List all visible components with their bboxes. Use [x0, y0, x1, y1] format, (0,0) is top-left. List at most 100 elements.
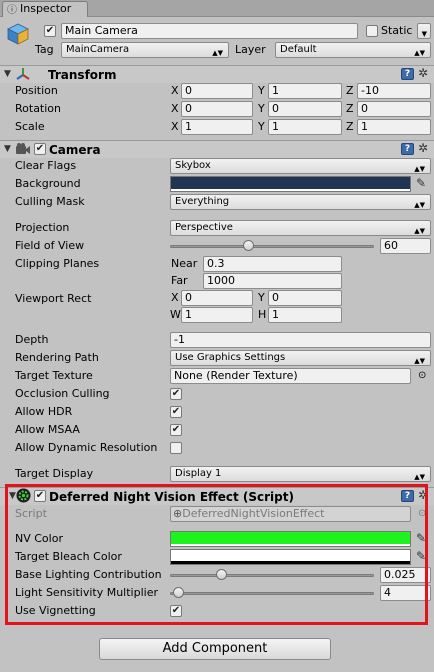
target-display-value: Display 1 — [175, 468, 222, 479]
clear-flags-dropdown[interactable]: Skybox ▲▼ — [170, 158, 431, 174]
background-color-swatch[interactable] — [170, 176, 411, 192]
layer-value: Default — [280, 44, 317, 55]
target-texture-field[interactable]: None (Render Texture) — [170, 368, 411, 384]
tag-dropdown[interactable]: MainCamera ▲▼ — [61, 42, 229, 58]
background-label: Background — [15, 177, 81, 190]
axis-y-label: Y — [258, 84, 265, 97]
dropdown-arrow-icon: ▲▼ — [414, 165, 425, 173]
rotation-label: Rotation — [15, 102, 62, 115]
foldout-arrow-icon[interactable]: ▼ — [4, 67, 11, 81]
dropdown-arrow-icon: ▲▼ — [414, 201, 425, 209]
scale-x-field[interactable]: 1 — [181, 119, 253, 135]
object-picker-icon[interactable]: ⊙ — [418, 370, 426, 382]
allow-msaa-checkbox[interactable]: ✔ — [170, 424, 182, 436]
gameobject-icon — [6, 22, 30, 46]
dropdown-arrow-icon: ▼ — [421, 30, 427, 38]
target-display-dropdown[interactable]: Display 1 ▲▼ — [170, 466, 431, 482]
gear-icon[interactable]: ✲ — [418, 67, 428, 79]
rotation-z-field[interactable]: 0 — [357, 101, 431, 117]
dropdown-arrow-icon: ▲▼ — [414, 357, 425, 365]
scale-y-field[interactable]: 1 — [268, 119, 342, 135]
dropdown-arrow-icon: ▲▼ — [414, 227, 425, 235]
background-color-fill — [171, 177, 410, 189]
clipping-planes-label: Clipping Planes — [15, 257, 100, 270]
fov-slider-thumb[interactable] — [242, 240, 254, 251]
depth-label: Depth — [15, 333, 49, 346]
viewport-rect-label: Viewport Rect — [15, 292, 92, 305]
allow-hdr-checkbox[interactable]: ✔ — [170, 406, 182, 418]
axis-z-label: Z — [346, 102, 354, 115]
position-label: Position — [15, 84, 58, 97]
axis-z-label: Z — [346, 84, 354, 97]
name-field[interactable]: Main Camera — [61, 23, 358, 39]
scale-z-field[interactable]: 1 — [357, 119, 431, 135]
viewport-x-field[interactable]: 0 — [181, 290, 253, 306]
axis-x-label: X — [171, 102, 179, 115]
near-label: Near — [171, 257, 198, 270]
tab-inspector-label: Inspector — [20, 2, 72, 15]
allow-dynamic-resolution-checkbox[interactable] — [170, 442, 182, 454]
transform-icon — [15, 66, 31, 82]
fov-label: Field of View — [15, 239, 85, 252]
target-texture-label: Target Texture — [15, 369, 93, 382]
help-icon[interactable]: ? — [401, 68, 414, 80]
camera-enabled-checkbox[interactable]: ✔ — [34, 143, 46, 155]
projection-dropdown[interactable]: Perspective ▲▼ — [170, 220, 431, 236]
occlusion-culling-checkbox[interactable]: ✔ — [170, 388, 182, 400]
gear-icon[interactable]: ✲ — [418, 142, 428, 154]
rendering-path-label: Rendering Path — [15, 351, 99, 364]
axis-x-label: X — [171, 84, 179, 97]
camera-icon — [15, 142, 31, 156]
help-icon[interactable]: ? — [401, 143, 414, 155]
axis-y-label: Y — [258, 291, 265, 304]
camera-title: Camera — [49, 143, 101, 157]
culling-mask-label: Culling Mask — [15, 195, 85, 208]
position-x-field[interactable]: 0 — [181, 83, 253, 99]
near-field[interactable]: 0.3 — [203, 256, 342, 272]
add-component-button[interactable]: Add Component — [99, 638, 331, 660]
axis-z-label: Z — [346, 120, 354, 133]
static-checkbox[interactable] — [366, 25, 378, 37]
highlight-box — [5, 484, 428, 625]
dropdown-arrow-icon: ▲▼ — [414, 473, 425, 481]
axis-y-label: Y — [258, 102, 265, 115]
active-checkbox[interactable]: ✔ — [44, 25, 56, 37]
static-dropdown[interactable]: ▼ — [417, 23, 431, 39]
depth-field[interactable]: -1 — [170, 332, 431, 348]
allow-dynamic-resolution-label: Allow Dynamic Resolution — [15, 441, 158, 454]
static-label: Static — [381, 24, 413, 37]
info-icon: ⓘ — [7, 5, 17, 16]
target-display-label: Target Display — [15, 467, 94, 480]
viewport-h-field[interactable]: 1 — [268, 307, 342, 323]
axis-h-label: H — [258, 308, 267, 321]
alpha-bar — [171, 189, 410, 191]
position-z-field[interactable]: -10 — [357, 83, 431, 99]
foldout-arrow-icon[interactable]: ▼ — [4, 142, 11, 156]
position-y-field[interactable]: 1 — [268, 83, 342, 99]
rotation-x-field[interactable]: 0 — [181, 101, 253, 117]
rotation-y-field[interactable]: 0 — [268, 101, 342, 117]
tab-inspector[interactable]: ⓘ Inspector — [2, 1, 88, 17]
culling-mask-dropdown[interactable]: Everything ▲▼ — [170, 194, 431, 210]
allow-msaa-label: Allow MSAA — [15, 423, 80, 436]
occlusion-culling-label: Occlusion Culling — [15, 387, 110, 400]
transform-title: Transform — [48, 68, 117, 82]
eyedropper-icon[interactable]: ✎ — [416, 176, 426, 190]
scale-label: Scale — [15, 120, 45, 133]
axis-y-label: Y — [258, 120, 265, 133]
axis-w-label: W — [170, 308, 181, 321]
clear-flags-value: Skybox — [175, 160, 211, 171]
clear-flags-label: Clear Flags — [15, 159, 77, 172]
viewport-y-field[interactable]: 0 — [268, 290, 342, 306]
far-field[interactable]: 1000 — [203, 273, 342, 289]
projection-value: Perspective — [175, 222, 233, 233]
culling-mask-value: Everything — [175, 196, 230, 207]
fov-field[interactable]: 60 — [380, 238, 431, 254]
allow-hdr-label: Allow HDR — [15, 405, 73, 418]
tag-label: Tag — [35, 43, 54, 56]
rendering-path-value: Use Graphics Settings — [175, 352, 286, 363]
fov-slider-track[interactable] — [170, 245, 374, 248]
rendering-path-dropdown[interactable]: Use Graphics Settings ▲▼ — [170, 350, 431, 366]
viewport-w-field[interactable]: 1 — [181, 307, 253, 323]
layer-dropdown[interactable]: Default ▲▼ — [275, 42, 431, 58]
